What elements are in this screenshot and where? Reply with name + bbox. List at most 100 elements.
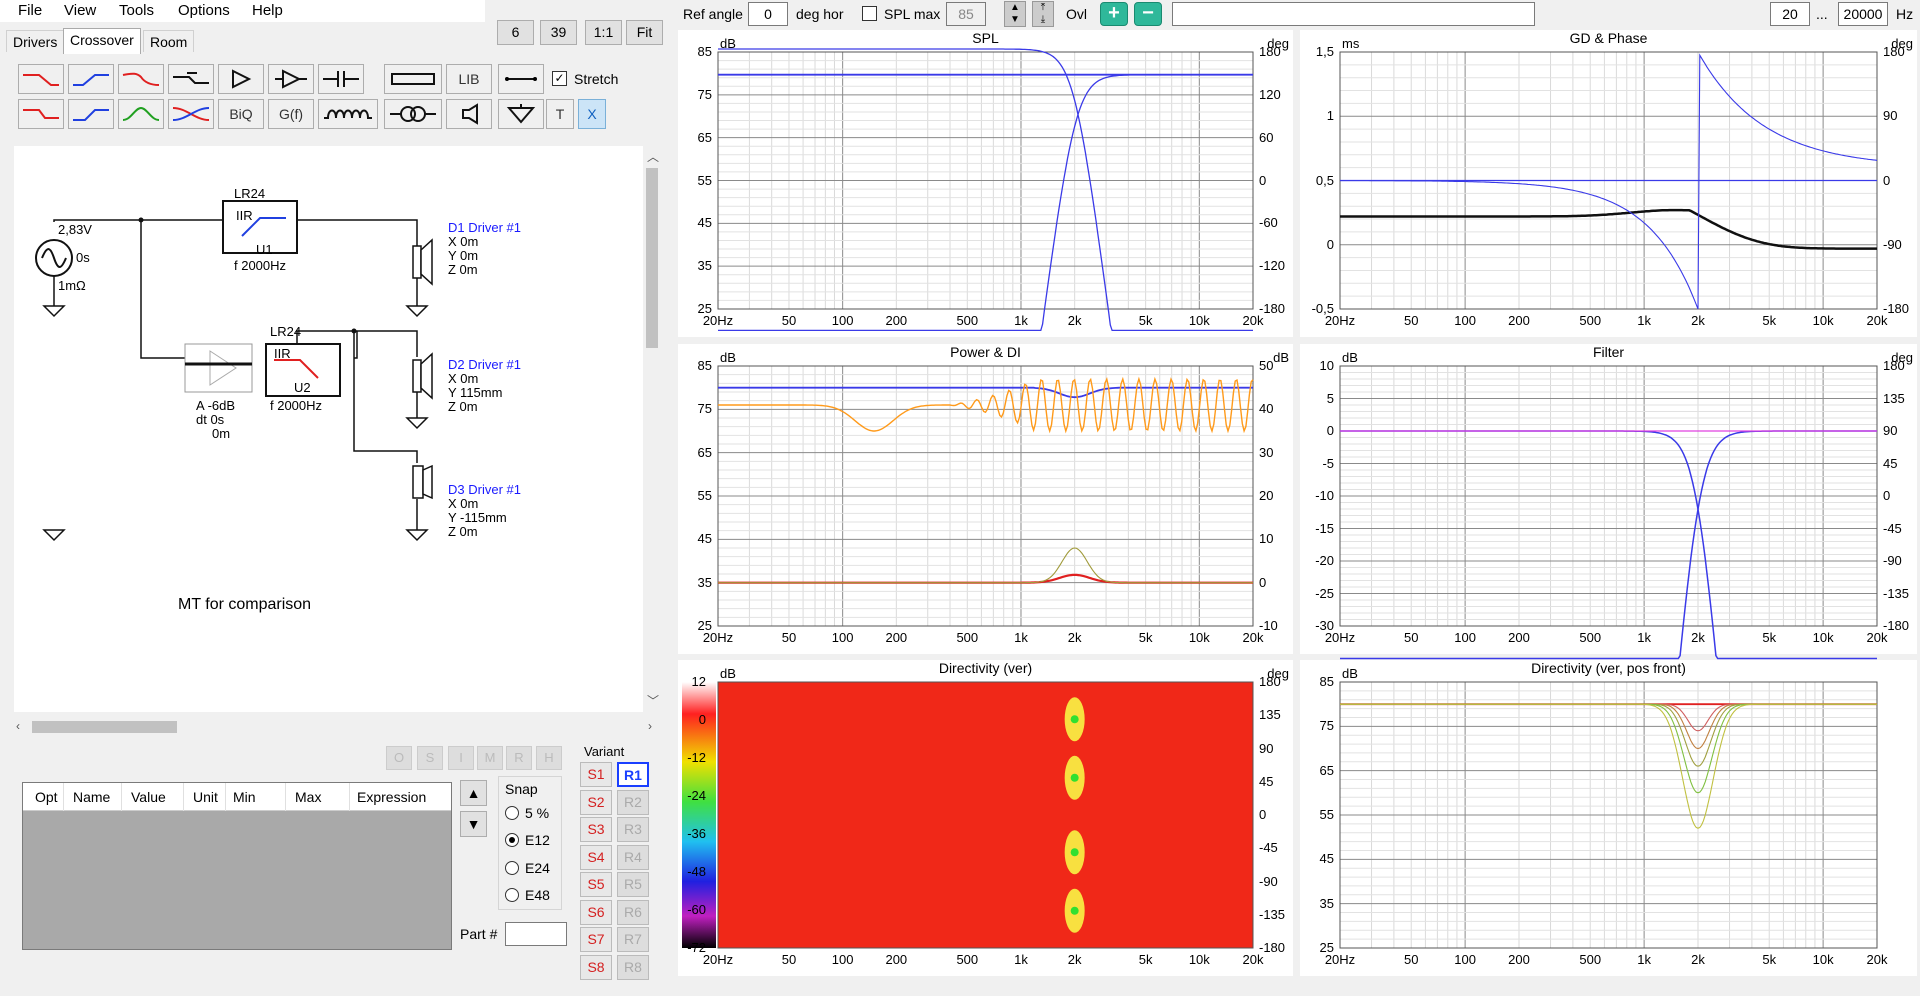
vscroll-thumb[interactable] <box>646 168 658 348</box>
menu-help[interactable]: Help <box>252 2 283 19</box>
driver-icon[interactable] <box>446 99 492 129</box>
highpass-3rd-icon[interactable] <box>68 99 114 129</box>
move-down-button[interactable]: ▼ <box>460 811 487 837</box>
variant-s4-button[interactable]: S4 <box>580 844 612 870</box>
part-input[interactable] <box>505 922 567 946</box>
snap-e48-radio[interactable]: E48 <box>505 887 550 903</box>
variant-s3-button[interactable]: S3 <box>580 817 612 842</box>
amp-icon[interactable] <box>268 64 314 94</box>
freq-min-input[interactable]: 20 <box>1770 2 1810 26</box>
spl-ytick-left: 35 <box>697 258 712 274</box>
ground-icon[interactable] <box>498 99 544 129</box>
menu-options[interactable]: Options <box>178 2 230 19</box>
freq-max-input[interactable]: 20000 <box>1838 2 1888 26</box>
power-chart[interactable]: Power & DI dB dB 85 75 65 55 45 35 25 50 40 30 20 10 0-… <box>678 344 1293 654</box>
schematic-canvas[interactable]: 2,83V 0s 1mΩ LR24 IIR U1 f 2000Hz LR24 I… <box>14 146 661 712</box>
schematic-vscroll[interactable]: ︿ ﹀ <box>643 146 661 712</box>
wire-icon[interactable] <box>498 64 544 94</box>
lib-button[interactable]: LIB <box>446 64 492 94</box>
i-button[interactable]: I <box>448 746 474 770</box>
optimizer-table[interactable]: Opt Name Value Unit Min Max Expression <box>22 782 452 950</box>
remove-overlay-icon[interactable]: − <box>1134 2 1162 26</box>
spl-collapse-icon[interactable]: ⤒ ⤓ <box>1032 1 1054 27</box>
spl-spin-icon[interactable]: ▲ ▼ <box>1004 1 1026 27</box>
h-button[interactable]: H <box>536 746 562 770</box>
spl-max-input[interactable]: 85 <box>946 2 986 26</box>
buffer-icon[interactable] <box>218 64 264 94</box>
dir-chart[interactable]: Directivity (ver) dB deg 12 0 -12 -24 -36 -48 -60… <box>678 660 1293 976</box>
m-button[interactable]: M <box>477 746 503 770</box>
variant-s2-button[interactable]: S2 <box>580 789 612 815</box>
overlay-input[interactable] <box>1172 2 1535 26</box>
gd-chart[interactable]: GD & Phase ms deg 1,5 1 0,5 0 -0,5 180 90 0 -90 -180… <box>1300 30 1917 337</box>
biquad-button[interactable]: BiQ <box>218 99 264 129</box>
variant-s7-button[interactable]: S7 <box>580 927 612 952</box>
spl-chart[interactable]: SPL dB deg 85 75 65 55 45 35 25 180 120 60 0 -60 -120 -1… <box>678 30 1293 337</box>
variant-r6-button[interactable]: R6 <box>617 899 649 925</box>
col-opt[interactable]: Opt <box>35 789 58 805</box>
gf-button[interactable]: G(f) <box>268 99 314 129</box>
capacitor-icon[interactable] <box>318 64 364 94</box>
col-max[interactable]: Max <box>295 789 321 805</box>
zoom-6-button[interactable]: 6 <box>497 20 534 45</box>
schematic-hscroll[interactable]: ‹ › <box>14 718 661 736</box>
snap-5pct-radio[interactable]: 5 % <box>505 805 549 821</box>
tab-room[interactable]: Room <box>143 30 195 52</box>
highpass-1st-icon[interactable] <box>68 64 114 94</box>
variant-s8-button[interactable]: S8 <box>580 954 612 980</box>
scroll-left-icon[interactable]: ‹ <box>16 719 20 733</box>
tab-crossover[interactable]: Crossover <box>63 28 141 54</box>
lowpass-3rd-icon[interactable] <box>18 99 64 129</box>
col-name[interactable]: Name <box>73 789 110 805</box>
s-button[interactable]: S <box>417 746 443 770</box>
hscroll-thumb[interactable] <box>32 721 177 733</box>
snap-e24-radio[interactable]: E24 <box>505 860 550 876</box>
allpass-icon[interactable] <box>168 99 214 129</box>
move-up-button[interactable]: ▲ <box>460 780 487 806</box>
lowpass-2nd-icon[interactable] <box>118 64 164 94</box>
scroll-right-icon[interactable]: › <box>648 719 652 733</box>
variant-r7-button[interactable]: R7 <box>617 927 649 952</box>
add-overlay-icon[interactable]: + <box>1100 2 1128 26</box>
zoom-39-button[interactable]: 39 <box>540 20 577 45</box>
filter-chart[interactable]: Filter dB deg 10 5 0 -5 -10 -15 -20 -25 -30 180 135 90… <box>1300 344 1917 660</box>
x-button[interactable]: X <box>578 99 606 129</box>
col-value[interactable]: Value <box>131 789 166 805</box>
menu-view[interactable]: View <box>64 2 96 19</box>
r-button[interactable]: R <box>506 746 532 770</box>
resistor-icon[interactable] <box>384 64 442 94</box>
col-expression[interactable]: Expression <box>357 789 426 805</box>
tab-drivers[interactable]: Drivers <box>6 30 65 52</box>
variant-s5-button[interactable]: S5 <box>580 872 612 897</box>
variant-r1-button[interactable]: R1 <box>617 762 649 787</box>
spl-max-checkbox[interactable] <box>862 6 877 21</box>
menu-file[interactable]: File <box>18 2 42 19</box>
snap-e12-radio[interactable]: E12 <box>505 832 550 848</box>
ref-angle-input[interactable]: 0 <box>748 2 788 26</box>
variant-s6-button[interactable]: S6 <box>580 899 612 925</box>
transformer-icon[interactable] <box>384 99 442 129</box>
variant-s1-button[interactable]: S1 <box>580 762 612 787</box>
notch-icon[interactable] <box>168 64 214 94</box>
variant-r8-button[interactable]: R8 <box>617 954 649 980</box>
inductor-icon[interactable] <box>318 99 378 129</box>
t-button[interactable]: T <box>546 99 574 129</box>
variant-r3-button[interactable]: R3 <box>617 817 649 842</box>
o-button[interactable]: O <box>386 746 412 770</box>
stretch-checkbox[interactable]: ✓ <box>552 71 567 86</box>
zoom-1to1-button[interactable]: 1:1 <box>585 20 622 45</box>
scroll-up-icon[interactable]: ︿ <box>647 148 659 165</box>
bandpass-icon[interactable] <box>118 99 164 129</box>
variant-r5-button[interactable]: R5 <box>617 872 649 897</box>
dirpos-chart[interactable]: Directivity (ver, pos front) dB 85 75 65 55 45… <box>1300 660 1917 976</box>
zoom-fit-button[interactable]: Fit <box>626 20 663 45</box>
scroll-down-icon[interactable]: ﹀ <box>647 692 659 709</box>
dir-ytick-right: 45 <box>1259 773 1274 789</box>
menu-tools[interactable]: Tools <box>119 2 154 19</box>
variant-r2-button[interactable]: R2 <box>617 789 649 815</box>
filter-xtick: 20Hz <box>1324 630 1356 645</box>
lowpass-1st-icon[interactable] <box>18 64 64 94</box>
col-unit[interactable]: Unit <box>193 789 218 805</box>
variant-r4-button[interactable]: R4 <box>617 844 649 870</box>
col-min[interactable]: Min <box>233 789 256 805</box>
